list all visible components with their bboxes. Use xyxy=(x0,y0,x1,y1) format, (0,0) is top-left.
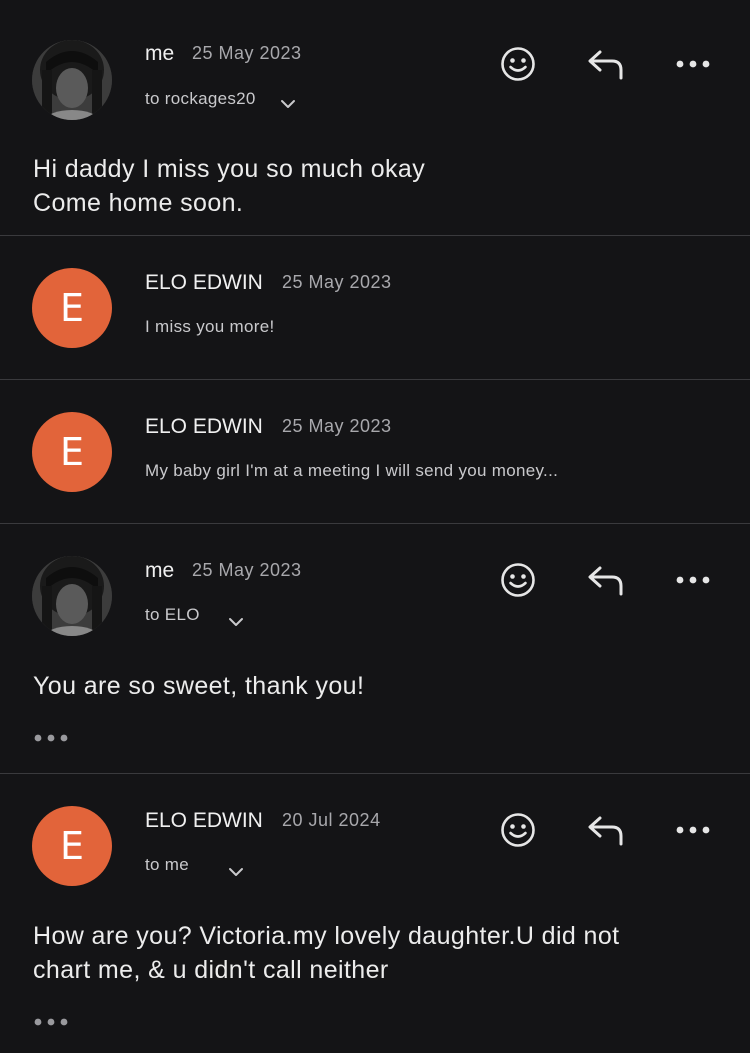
reply-icon[interactable] xyxy=(584,558,628,602)
body-line: You are so sweet, thank you! xyxy=(33,672,365,700)
more-icon[interactable] xyxy=(671,42,715,86)
body-line: chart me, & u didn't call neither xyxy=(33,956,389,984)
sender-name: ELO EDWIN xyxy=(145,809,263,832)
emoji-icon[interactable] xyxy=(496,808,540,852)
avatar: E xyxy=(32,412,112,492)
message-date: 25 May 2023 xyxy=(282,416,392,436)
message-body: Hi daddy I miss you so much okay Come ho… xyxy=(33,152,425,220)
message-snippet: I miss you more! xyxy=(145,317,275,336)
ellipsis-icon[interactable] xyxy=(32,731,72,745)
recipient-label[interactable]: to me xyxy=(145,855,189,875)
message-item[interactable]: me 25 May 2023 to ELO You are so sweet, … xyxy=(0,524,750,774)
body-line: How are you? Victoria.my lovely daughter… xyxy=(33,922,620,950)
recipient-label[interactable]: to ELO xyxy=(145,605,200,625)
body-line: Hi daddy I miss you so much okay xyxy=(33,155,426,183)
more-icon[interactable] xyxy=(671,558,715,602)
message-item[interactable]: E ELO EDWIN 25 May 2023 My baby girl I'm… xyxy=(0,380,750,524)
sender-name: ELO EDWIN xyxy=(145,415,263,438)
avatar xyxy=(32,556,112,636)
sender-name: me xyxy=(145,42,175,65)
emoji-icon[interactable] xyxy=(496,558,540,602)
more-icon[interactable] xyxy=(671,808,715,852)
emoji-icon[interactable] xyxy=(496,42,540,86)
sender-name: me xyxy=(145,559,175,582)
message-item[interactable]: E ELO EDWIN 20 Jul 2024 to me How are yo… xyxy=(0,774,750,1053)
message-date: 20 Jul 2024 xyxy=(282,810,381,830)
message-item[interactable]: E ELO EDWIN 25 May 2023 I miss you more! xyxy=(0,236,750,380)
ellipsis-icon[interactable] xyxy=(32,1015,72,1029)
message-body: How are you? Victoria.my lovely daughter… xyxy=(33,919,620,987)
reply-icon[interactable] xyxy=(584,42,628,86)
avatar xyxy=(32,40,112,120)
message-item[interactable]: me 25 May 2023 to rockages20 Hi daddy I … xyxy=(0,0,750,236)
avatar: E xyxy=(32,268,112,348)
avatar: E xyxy=(32,806,112,886)
body-line: Come home soon. xyxy=(33,189,244,217)
message-body: You are so sweet, thank you! xyxy=(33,669,364,703)
message-date: 25 May 2023 xyxy=(192,43,302,63)
message-snippet: My baby girl I'm at a meeting I will sen… xyxy=(145,461,559,480)
chevron-down-icon[interactable] xyxy=(280,98,296,110)
reply-icon[interactable] xyxy=(584,808,628,852)
recipient-label[interactable]: to rockages20 xyxy=(145,89,256,109)
message-date: 25 May 2023 xyxy=(282,272,392,292)
chevron-down-icon[interactable] xyxy=(228,866,244,878)
chevron-down-icon[interactable] xyxy=(228,616,244,628)
sender-name: ELO EDWIN xyxy=(145,271,263,294)
message-date: 25 May 2023 xyxy=(192,560,302,580)
